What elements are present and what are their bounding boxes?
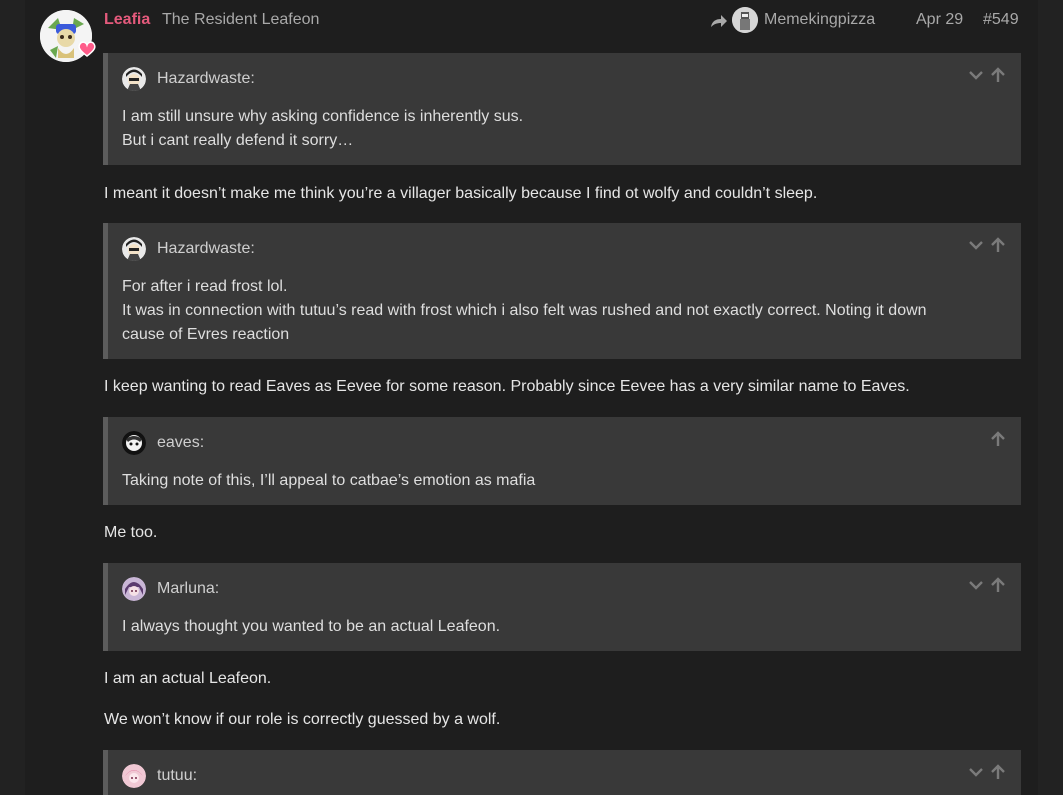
quote-author-avatar[interactable] [122,764,146,788]
post-paragraph: I meant it doesn’t make me think you’re … [104,185,818,202]
quote-author-name[interactable]: Hazardwaste: [157,240,255,258]
quote-line: I always thought you wanted to be an act… [122,618,501,635]
author-title: The Resident Leafeon [162,11,320,28]
quote-author-name[interactable]: Hazardwaste: [157,70,255,88]
quote-author-avatar[interactable] [122,431,146,455]
quote-author-avatar[interactable] [122,67,146,91]
quote-controls [967,576,1009,594]
arrow-up-icon[interactable] [989,430,1007,448]
quote-block: tutuu: [103,750,1021,795]
arrow-up-icon[interactable] [989,236,1007,254]
quote-text: For after i read frost lol. It was in co… [122,275,1002,347]
post-paragraph: I keep wanting to read Eaves as Eevee fo… [104,378,910,395]
quote-controls [967,430,1009,448]
post-paragraph: I am an actual Leafeon. [104,670,272,687]
quote-text: I am still unsure why asking confidence … [122,105,1002,153]
heart-icon [78,41,96,57]
post-number[interactable]: #549 [983,11,1019,29]
quote-line: Taking note of this, I’ll appeal to catb… [122,472,536,489]
quote-author-name[interactable]: eaves: [157,434,204,452]
reply-to-avatar[interactable] [732,7,758,33]
quote-block: Marluna: I always thought you wanted to … [103,563,1021,651]
author-avatar[interactable] [40,10,96,62]
chevron-down-icon[interactable] [967,763,985,781]
arrow-up-icon[interactable] [989,576,1007,594]
quote-controls [967,236,1009,254]
author-username[interactable]: Leafia [104,11,150,29]
quote-author-avatar[interactable] [122,237,146,261]
reply-to-username[interactable]: Memekingpizza [764,11,875,29]
quote-author-name[interactable]: Marluna: [157,580,219,598]
quote-controls [967,66,1009,84]
quote-author-name[interactable]: tutuu: [157,767,197,785]
quote-text: I always thought you wanted to be an act… [122,615,1002,639]
arrow-up-icon[interactable] [989,66,1007,84]
post-header: Leafia The Resident Leafeon Memekingpizz… [104,7,1022,33]
quote-line: But i cant really defend it sorry… [122,132,354,149]
quote-block: Hazardwaste: For after i read frost lol.… [103,223,1021,359]
quote-line: It was in connection with tutuu’s read w… [122,302,927,319]
quote-controls [967,763,1009,781]
post-paragraph: We won’t know if our role is correctly g… [104,711,501,728]
quote-block: Hazardwaste: I am still unsure why askin… [103,53,1021,165]
quote-line: cause of Evres reaction [122,326,290,343]
chevron-down-icon[interactable] [967,576,985,594]
arrow-up-icon[interactable] [989,763,1007,781]
quote-author-avatar[interactable] [122,577,146,601]
share-arrow-icon[interactable] [710,13,728,29]
chevron-down-icon[interactable] [967,66,985,84]
chevron-down-icon[interactable] [967,236,985,254]
quote-line: For after i read frost lol. [122,278,288,295]
post-date[interactable]: Apr 29 [916,11,963,29]
quote-text: Taking note of this, I’ll appeal to catb… [122,469,1002,493]
quote-block: eaves: Taking note of this, I’ll appeal … [103,417,1021,505]
post-paragraph: Me too. [104,524,158,541]
quote-line: I am still unsure why asking confidence … [122,108,524,125]
